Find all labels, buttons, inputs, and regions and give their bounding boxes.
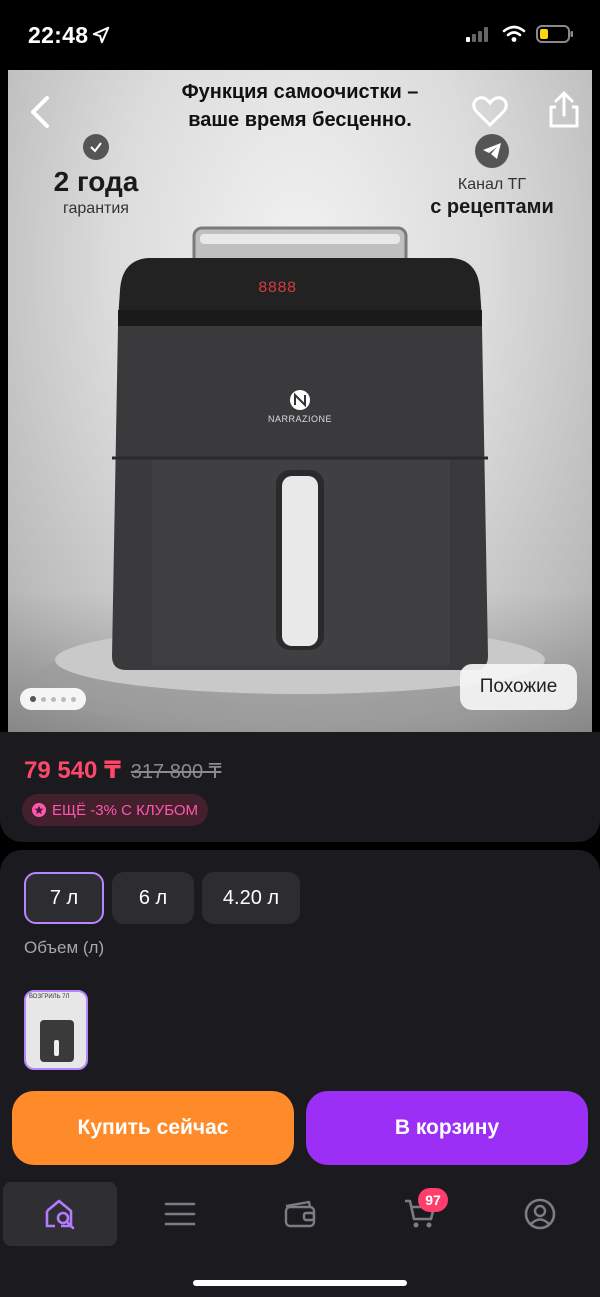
menu-icon <box>164 1202 196 1226</box>
club-discount-badge[interactable]: ЕЩЁ -3% С КЛУБОМ <box>22 794 209 826</box>
tab-catalog[interactable] <box>123 1182 237 1246</box>
share-icon <box>549 91 579 128</box>
pager-dot <box>30 696 36 702</box>
pager-dot <box>41 696 46 702</box>
status-time: 22:48 <box>28 22 110 50</box>
thumbnail-caption: ВОЗГРИЛЬ 7Л <box>29 994 70 1000</box>
pager-dot <box>71 696 76 702</box>
bottom-tab-bar: 97 <box>0 1180 600 1297</box>
status-time-text: 22:48 <box>28 22 89 48</box>
location-arrow-icon <box>92 23 110 50</box>
display-digits: 8888 <box>258 279 296 297</box>
pager-dot <box>51 696 56 702</box>
tab-profile[interactable] <box>483 1182 597 1246</box>
volume-option-6l[interactable]: 6 л <box>112 872 194 924</box>
product-image-gallery[interactable]: Функция самоочистки – ваше время бесценн… <box>8 70 592 732</box>
tab-home-search[interactable] <box>3 1182 117 1246</box>
volume-label: Объем (л) <box>24 938 105 957</box>
signal-icon <box>466 27 488 42</box>
home-indicator <box>193 1280 407 1286</box>
price-card: 79 540 ₸ 317 800 ₸ ЕЩЁ -3% С КЛУБОМ <box>0 732 600 842</box>
gallery-pager <box>20 688 86 710</box>
old-price: 317 800 ₸ <box>130 761 222 783</box>
volume-option-7l[interactable]: 7 л <box>24 872 104 924</box>
home-search-icon <box>45 1199 75 1230</box>
price-row: 79 540 ₸ 317 800 ₸ <box>24 756 221 785</box>
air-fryer-illustration: 8888 NARRAZIONE <box>30 226 570 730</box>
club-discount-text: ЕЩЁ -3% С КЛУБОМ <box>52 801 199 819</box>
wifi-icon <box>502 25 526 42</box>
current-price: 79 540 ₸ <box>24 757 121 784</box>
pager-dot <box>61 696 66 702</box>
chevron-left-icon <box>31 96 49 128</box>
status-bar: 22:48 <box>0 0 600 70</box>
variant-thumbnail[interactable]: ВОЗГРИЛЬ 7Л <box>24 990 88 1070</box>
battery-icon <box>536 25 573 43</box>
volume-option-4-20l[interactable]: 4.20 л <box>202 872 300 924</box>
profile-icon <box>524 1198 556 1230</box>
club-star-icon <box>32 803 46 817</box>
brand-name: NARRAZIONE <box>268 414 332 424</box>
heart-icon <box>472 96 508 128</box>
tab-wallet[interactable] <box>243 1182 357 1246</box>
favorite-button[interactable] <box>468 90 512 134</box>
volume-options: 7 л 6 л 4.20 л <box>24 872 300 924</box>
wallet-icon <box>284 1200 316 1228</box>
buy-now-button[interactable]: Купить сейчас <box>12 1091 294 1165</box>
cart-count-badge: 97 <box>418 1188 448 1212</box>
share-button[interactable] <box>542 88 586 132</box>
thumbnail-fryer <box>40 1020 74 1062</box>
similar-products-button[interactable]: Похожие <box>460 664 577 710</box>
status-icons <box>466 24 574 44</box>
add-to-cart-button[interactable]: В корзину <box>306 1091 588 1165</box>
back-button[interactable] <box>18 90 62 134</box>
